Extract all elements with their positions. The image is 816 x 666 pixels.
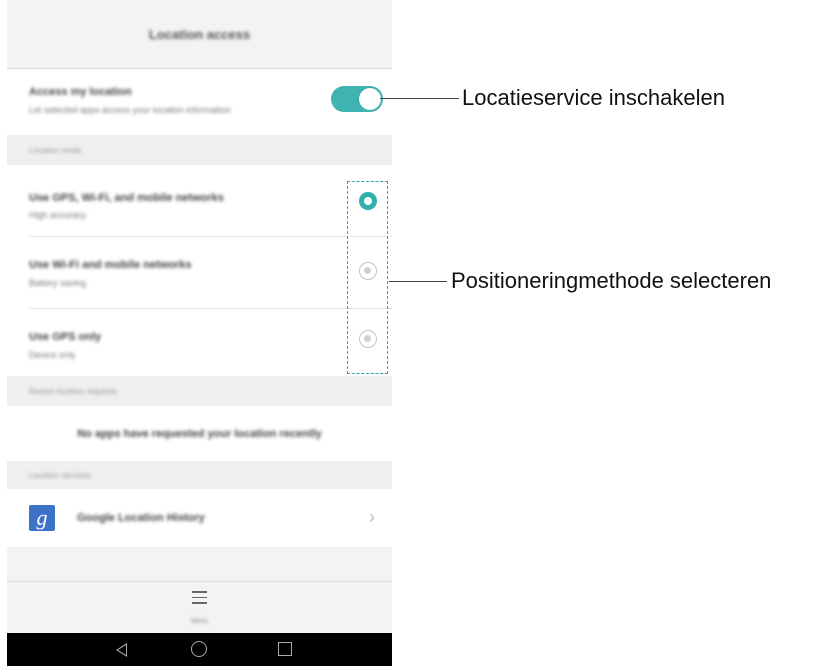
location-services-header-text: Location services [29,471,91,480]
mode-option-subtitle: Device only [29,350,76,360]
mode-option-title: Use GPS, Wi-Fi, and mobile networks [29,192,224,204]
toggle-knob [359,88,381,110]
home-icon[interactable] [191,641,207,657]
mode-option-title: Use Wi-Fi and mobile networks [29,259,192,271]
menu-label: Menu [190,618,209,625]
mode-selection-highlight [347,181,388,374]
recent-requests-header: Recent location requests [7,376,392,406]
recent-requests-empty-text: No apps have requested your location rec… [77,428,322,440]
title-bar: Location access [7,0,392,69]
google-location-history-label: Google Location History [77,512,205,524]
mode-option-title: Use GPS only [29,331,102,343]
mode-option-battery-saving[interactable]: Use Wi-Fi and mobile networks Battery sa… [7,237,392,309]
location-toggle[interactable] [331,86,383,112]
location-mode-header: Location mode [7,135,392,165]
recent-requests-header-text: Recent location requests [29,387,118,396]
recent-requests-empty-row: No apps have requested your location rec… [7,406,392,461]
system-nav-bar [7,633,392,666]
location-mode-header-text: Location mode [29,146,82,155]
mode-callout-label: Positioneringmethode selecteren [451,268,772,293]
google-g-icon: g [29,505,55,531]
mode-option-subtitle: Battery saving [29,278,87,288]
mode-option-device-only[interactable]: Use GPS only Device only [7,309,392,376]
access-location-title: Access my location [29,86,132,98]
page-title: Location access [148,26,251,42]
mode-option-subtitle: High accuracy [29,210,87,220]
toggle-callout-line [380,98,459,99]
bottom-menu-bar[interactable]: Menu [7,581,392,634]
mode-callout-line [389,281,447,282]
mode-option-high-accuracy[interactable]: Use GPS, Wi-Fi, and mobile networks High… [7,165,392,237]
back-icon[interactable] [116,643,127,657]
chevron-right-icon: › [369,507,375,527]
access-location-subtitle: Let selected apps access your location i… [29,105,231,115]
toggle-callout-label: Locatieservice inschakelen [462,85,725,110]
recent-apps-icon[interactable] [278,642,292,656]
phone-screen: Location access Access my location Let s… [7,0,392,666]
location-services-header: Location services [7,461,392,489]
menu-icon[interactable] [192,591,207,608]
